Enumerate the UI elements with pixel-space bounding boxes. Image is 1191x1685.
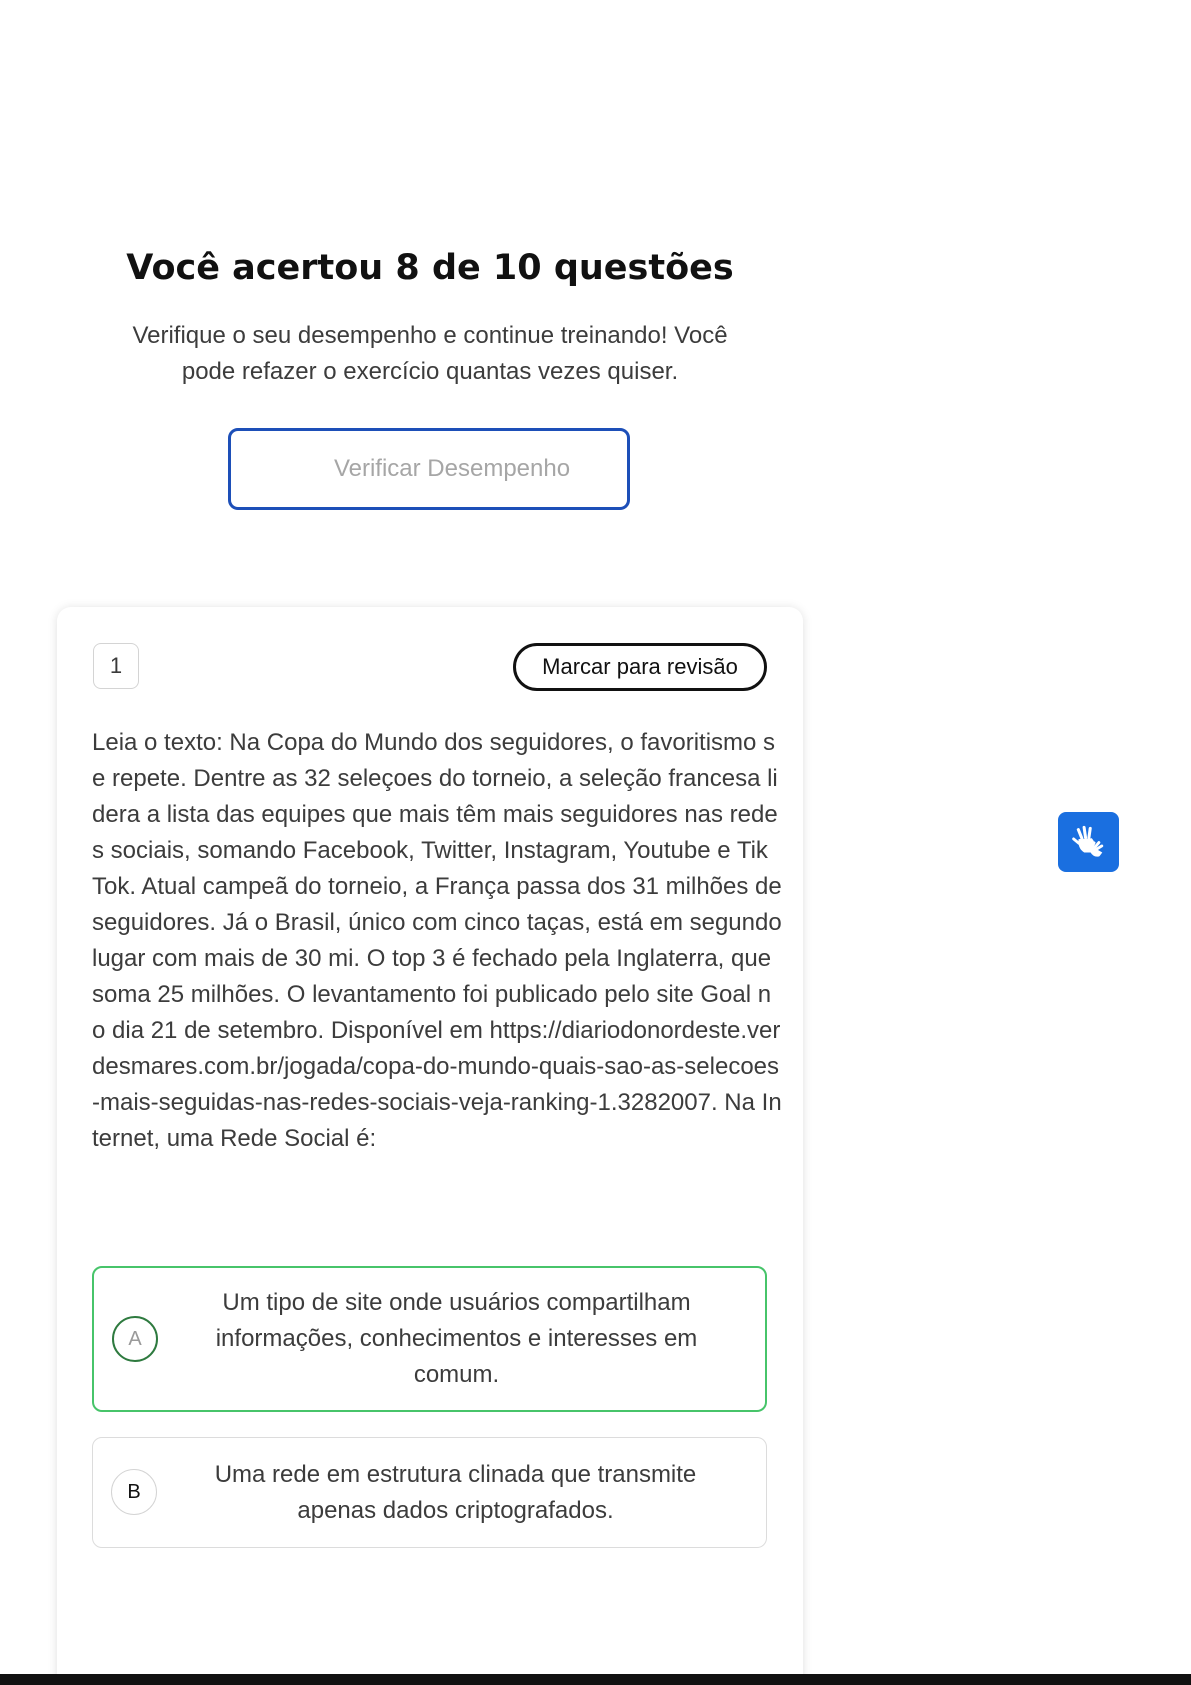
question-card: 1 Marcar para revisão Leia o texto: Na C… bbox=[57, 607, 803, 1685]
question-number: 1 bbox=[93, 643, 139, 689]
question-text: Leia o texto: Na Copa do Mundo dos segui… bbox=[92, 729, 782, 1152]
option-letter-a: A bbox=[112, 1316, 158, 1362]
verify-performance-label: Verificar Desempenho bbox=[333, 455, 571, 482]
result-title: Você acertou 8 de 10 questões bbox=[126, 248, 734, 288]
verify-performance-button[interactable]: Verificar Desempenho bbox=[228, 428, 630, 510]
answer-option-a[interactable]: A Um tipo de site onde usuários comparti… bbox=[92, 1266, 767, 1412]
answer-option-b[interactable]: B Uma rede em estrutura clinada que tran… bbox=[92, 1437, 767, 1548]
result-description: Verifique o seu desempenho e continue tr… bbox=[132, 322, 728, 385]
sign-language-button[interactable] bbox=[1058, 812, 1119, 872]
bottom-bar bbox=[0, 1674, 1191, 1685]
option-text-a: Um tipo de site onde usuários compartilh… bbox=[215, 1289, 698, 1388]
option-letter-b: B bbox=[111, 1469, 157, 1515]
mark-for-review-button[interactable]: Marcar para revisão bbox=[513, 643, 767, 691]
sign-language-hands-icon bbox=[1071, 825, 1103, 857]
option-text-b: Uma rede em estrutura clinada que transm… bbox=[214, 1461, 697, 1524]
